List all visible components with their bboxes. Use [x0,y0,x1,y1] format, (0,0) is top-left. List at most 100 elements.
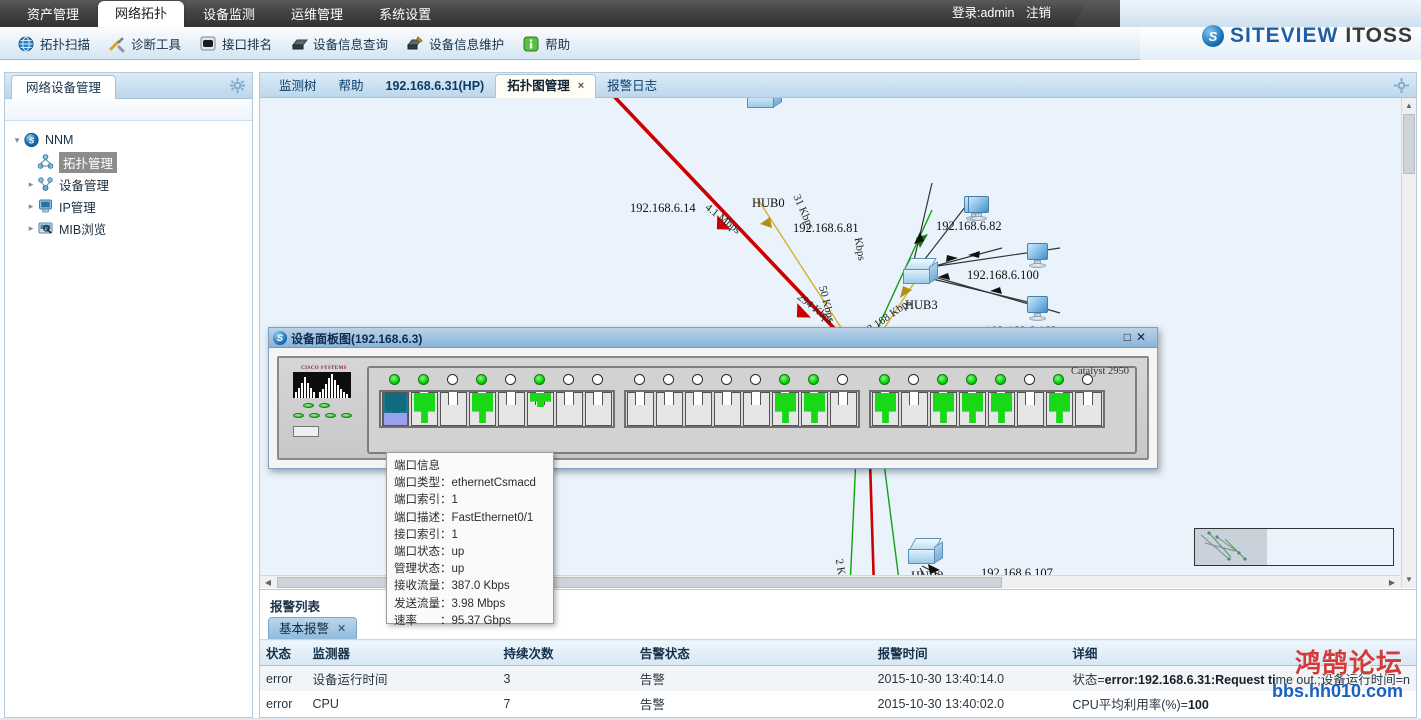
topology-vscrollbar[interactable]: ▲ ▼ [1401,98,1416,588]
rj45-jack-icon[interactable] [1045,392,1074,426]
port-slot-23[interactable] [1045,374,1074,426]
chevron-down-icon[interactable]: ▾ [11,135,23,146]
close-icon[interactable]: ✕ [337,618,346,640]
minimize-icon[interactable]: □ [1124,330,1136,344]
tab-network-device-management[interactable]: 网络设备管理 [11,75,117,99]
tree-node-topology-management[interactable]: 拓扑管理 [25,151,248,173]
rj45-jack-icon[interactable] [1074,392,1103,426]
toolbar-button-topology-scan[interactable]: 拓扑扫描 [8,27,99,60]
toolbar-button-diagnostic-tools[interactable]: 诊断工具 [99,27,190,60]
chevron-right-icon[interactable]: ▸ [25,223,37,234]
port-slot-10[interactable] [655,374,684,426]
alarm-col-count[interactable]: 持续次数 [497,639,634,666]
tree-node-ip-management[interactable]: ▸ IP管理 [25,195,248,217]
port-slot-16[interactable] [829,374,858,426]
logout-link[interactable]: 注销 [1026,6,1051,20]
rj45-jack-icon[interactable] [626,392,655,426]
port-slot-8[interactable] [584,374,613,426]
toolbar-button-device-info-maintain[interactable]: 设备信息维护 [397,27,513,60]
scroll-right-icon[interactable]: ▶ [1385,576,1399,588]
tab-alarm-log[interactable]: 报警日志 [596,75,668,98]
topology-node-pc-6-100[interactable] [1025,243,1051,269]
port-slot-24[interactable] [1074,374,1103,426]
port-slot-15[interactable] [800,374,829,426]
rj45-jack-icon[interactable] [497,392,526,426]
port-slot-12[interactable] [713,374,742,426]
device-faceplate[interactable]: CISCO SYSTEMS Catalyst 2950 [277,356,1149,460]
tab-topology-management[interactable]: 拓扑图管理 × [495,74,597,98]
rj45-jack-icon[interactable] [800,392,829,426]
tab-basic-alarm[interactable]: 基本报警 ✕ [268,617,358,640]
menu-tab-ops-management[interactable]: 运维管理 [274,2,360,27]
alarm-col-status[interactable]: 状态 [260,639,307,666]
device-panel-dialog[interactable]: S 设备面板图(192.168.6.3) □✕ CISCO SYSTEMS Ca… [268,327,1158,469]
topology-node-pc-6-162[interactable] [1025,296,1051,322]
rj45-jack-icon[interactable] [929,392,958,426]
mode-button[interactable] [293,426,319,437]
rj45-jack-icon[interactable] [410,392,439,426]
rj45-jack-icon[interactable] [526,392,555,426]
menu-tab-system-settings[interactable]: 系统设置 [362,2,448,27]
port-slot-7[interactable] [555,374,584,426]
port-slot-5[interactable] [497,374,526,426]
rj45-jack-icon[interactable] [468,392,497,426]
close-icon[interactable]: × [578,75,584,98]
topology-node-pc-6-82[interactable] [966,196,992,222]
table-row[interactable]: error CPU 7 告警 2015-10-30 13:40:02.0 CPU… [260,691,1416,716]
alarm-col-time[interactable]: 报警时间 [871,639,1067,666]
rj45-jack-icon[interactable] [713,392,742,426]
toolbar-button-device-info-query[interactable]: 设备信息查询 [281,27,397,60]
tree-node-mib-browser[interactable]: ▸ MIB浏览 [25,217,248,239]
port-slot-6[interactable] [526,374,555,426]
port-slot-17[interactable] [871,374,900,426]
chevron-right-icon[interactable]: ▸ [25,179,37,190]
port-slot-9[interactable] [626,374,655,426]
toolbar-button-help[interactable]: 帮助 [513,27,579,60]
topology-node-hub3[interactable] [903,258,939,288]
port-slot-14[interactable] [771,374,800,426]
port-slot-1[interactable] [381,374,410,426]
scroll-down-icon[interactable]: ▼ [1402,573,1416,587]
rj45-jack-icon[interactable] [958,392,987,426]
vscrollbar-thumb[interactable] [1403,114,1415,174]
alarm-col-state[interactable]: 告警状态 [633,639,872,666]
rj45-jack-icon[interactable] [439,392,468,426]
port-slot-3[interactable] [439,374,468,426]
port-slot-13[interactable] [742,374,771,426]
port-slot-4[interactable] [468,374,497,426]
tree-node-device-management[interactable]: ▸ 设备管理 [25,173,248,195]
topology-node-hub0[interactable] [747,98,783,112]
gear-icon[interactable] [230,78,245,93]
menu-tab-asset[interactable]: 资产管理 [10,2,96,27]
rj45-jack-icon[interactable] [655,392,684,426]
rj45-jack-icon[interactable] [829,392,858,426]
rj45-jack-icon[interactable] [684,392,713,426]
port-slot-21[interactable] [987,374,1016,426]
dialog-titlebar[interactable]: S 设备面板图(192.168.6.3) □✕ [269,328,1157,348]
alarm-col-detail[interactable]: 详细 [1066,639,1416,666]
menu-tab-network-topology[interactable]: 网络拓扑 [98,1,185,27]
rj45-jack-icon[interactable] [771,392,800,426]
rj45-jack-icon[interactable] [584,392,613,426]
rj45-jack-icon[interactable] [381,392,410,426]
table-row[interactable]: error 设备运行时间 3 告警 2015-10-30 13:40:14.0 … [260,665,1416,691]
menu-tab-device-monitor[interactable]: 设备监测 [186,2,272,27]
rj45-jack-icon[interactable] [871,392,900,426]
port-slot-22[interactable] [1016,374,1045,426]
toolbar-button-interface-ranking[interactable]: 接口排名 [190,27,281,60]
port-slot-20[interactable] [958,374,987,426]
close-icon[interactable]: ✕ [1136,330,1151,344]
port-slot-2[interactable] [410,374,439,426]
rj45-jack-icon[interactable] [1016,392,1045,426]
gear-icon[interactable] [1394,78,1409,93]
tab-device-192-168-6-31[interactable]: 192.168.6.31(HP) [375,75,496,98]
rj45-jack-icon[interactable] [555,392,584,426]
rj45-jack-icon[interactable] [900,392,929,426]
tab-monitor-tree[interactable]: 监测树 [268,75,328,98]
chevron-right-icon[interactable]: ▸ [25,201,37,212]
topology-node-hub2[interactable] [908,538,944,568]
port-slot-18[interactable] [900,374,929,426]
port-slot-19[interactable] [929,374,958,426]
rj45-jack-icon[interactable] [987,392,1016,426]
topology-minimap[interactable] [1194,528,1394,566]
